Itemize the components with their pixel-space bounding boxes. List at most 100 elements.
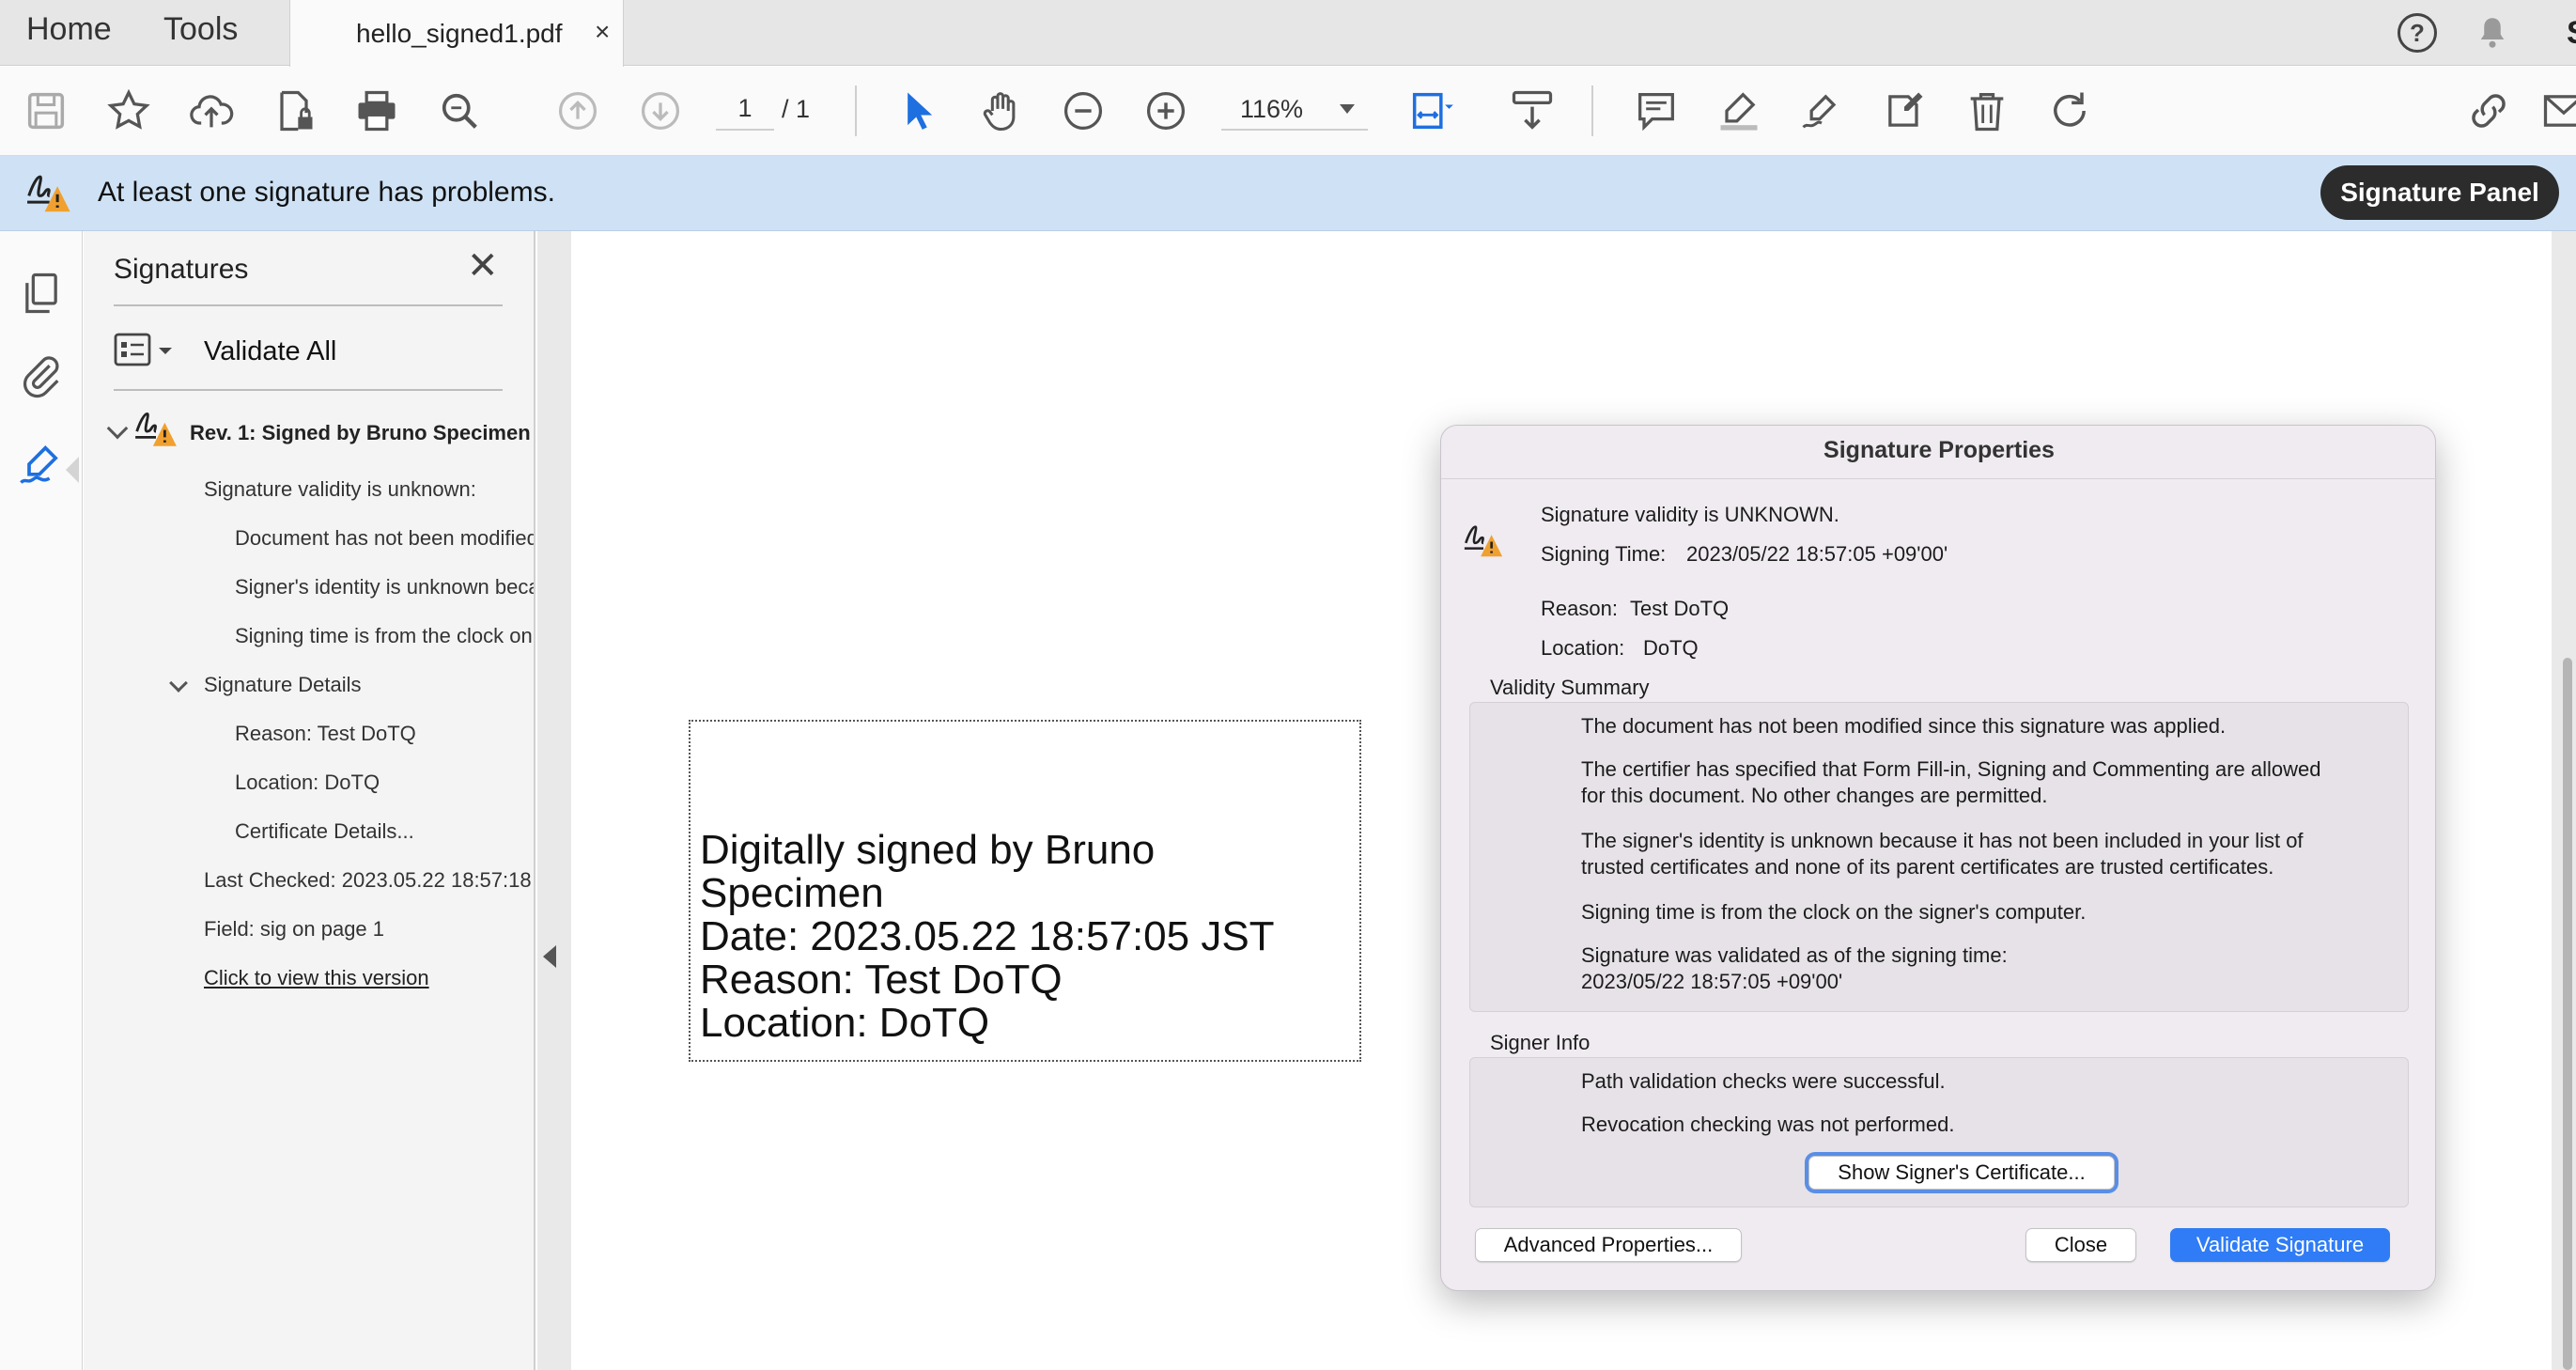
- signature-pen-icon[interactable]: [17, 440, 66, 489]
- user-avatar[interactable]: S: [2567, 15, 2576, 52]
- select-arrow-icon[interactable]: [891, 84, 945, 138]
- tree-item[interactable]: Field: sig on page 1: [204, 917, 384, 942]
- validate-all-label: Validate All: [204, 336, 337, 366]
- sign-icon[interactable]: [1794, 84, 1849, 138]
- signer-info-box: Path validation checks were successful. …: [1469, 1057, 2409, 1207]
- close-panel-icon[interactable]: ✕: [467, 244, 499, 288]
- signing-time-value: 2023/05/22 18:57:05 +09'00': [1686, 542, 1948, 566]
- location-value: DoTQ: [1643, 636, 1699, 660]
- save-icon[interactable]: [19, 84, 73, 138]
- summary-text: for this document. No other changes are …: [1581, 784, 2048, 807]
- home-tab[interactable]: Home: [26, 11, 112, 48]
- validate-all-button[interactable]: Validate All: [114, 325, 396, 378]
- tree-item[interactable]: Signing time is from the clock on the si…: [235, 624, 534, 648]
- zoom-in-icon[interactable]: [1139, 84, 1193, 138]
- page-down-icon[interactable]: [633, 84, 688, 138]
- attachment-icon[interactable]: [17, 351, 66, 400]
- page-total: / 1: [782, 95, 811, 123]
- signature-text-line: Date: 2023.05.22 18:57:05 JST: [700, 913, 1275, 959]
- options-menu-icon[interactable]: [114, 331, 178, 372]
- summary-text: Signature was validated as of the signin…: [1581, 943, 2008, 967]
- divider: [114, 304, 503, 306]
- delete-icon[interactable]: [1960, 84, 2014, 138]
- document-lock-icon[interactable]: [267, 84, 321, 138]
- close-tab-icon[interactable]: ×: [595, 17, 610, 47]
- advanced-properties-button[interactable]: Advanced Properties...: [1475, 1228, 1742, 1262]
- toolbar-divider: [855, 86, 857, 136]
- validity-summary-box: The document has not been modified since…: [1469, 702, 2409, 1012]
- tree-item[interactable]: Document has not been modified since thi…: [235, 526, 534, 551]
- reason-value: Test DoTQ: [1630, 597, 1730, 620]
- divider: [114, 389, 503, 391]
- chevron-down-icon[interactable]: [1340, 104, 1355, 114]
- signature-panel-button[interactable]: Signature Panel: [2320, 165, 2559, 220]
- location-label: Location:: [1541, 636, 1625, 660]
- signing-time-label: Signing Time:: [1541, 542, 1667, 566]
- zoom-out-icon[interactable]: [1056, 84, 1110, 138]
- show-certificate-button[interactable]: Show Signer's Certificate...: [1808, 1156, 2115, 1190]
- fill-sign-icon[interactable]: [1877, 84, 1932, 138]
- reason-label: Reason:: [1541, 597, 1618, 620]
- print-icon[interactable]: [349, 84, 404, 138]
- highlight-icon[interactable]: [1712, 84, 1766, 138]
- top-tab-bar: Home Tools hello_signed1.pdf × ? S: [0, 0, 2576, 67]
- tools-tab[interactable]: Tools: [163, 11, 238, 48]
- signature-warning-icon: [23, 167, 73, 218]
- summary-text: The document has not been modified since…: [1581, 714, 2227, 738]
- toolbar-divider: [1591, 86, 1593, 136]
- signature-revision[interactable]: Rev. 1: Signed by Bruno Specimen: [190, 421, 531, 445]
- signer-info-text: Path validation checks were successful.: [1581, 1069, 1946, 1093]
- document-tab[interactable]: hello_signed1.pdf ×: [289, 0, 624, 67]
- zoom-search-icon[interactable]: [432, 84, 487, 138]
- collapse-panel-icon[interactable]: [543, 945, 556, 968]
- page-number-input[interactable]: [716, 87, 774, 131]
- signatures-panel: Signatures ✕ Validate All Rev. 1: Signed…: [84, 231, 535, 1370]
- active-panel-indicator: [66, 457, 79, 483]
- signature-text-line: Specimen: [700, 870, 884, 916]
- document-tab-title: hello_signed1.pdf: [356, 19, 563, 48]
- signature-notice-bar: At least one signature has problems. Sig…: [0, 156, 2576, 231]
- tree-item[interactable]: Last Checked: 2023.05.22 18:57:18 +09'00…: [204, 868, 534, 893]
- validate-signature-button[interactable]: Validate Signature: [2170, 1228, 2390, 1262]
- star-icon[interactable]: [101, 84, 156, 138]
- summary-text: 2023/05/22 18:57:05 +09'00': [1581, 970, 1843, 993]
- comment-icon[interactable]: [1629, 84, 1684, 138]
- chevron-down-icon[interactable]: [169, 674, 188, 693]
- main-toolbar: / 1 116%: [0, 67, 2576, 156]
- rotate-icon[interactable]: [2042, 84, 2097, 138]
- dialog-title: Signature Properties: [1823, 437, 2055, 463]
- signature-text-line: Location: DoTQ: [700, 1000, 990, 1046]
- summary-text: Signing time is from the clock on the si…: [1581, 900, 2087, 924]
- signature-text-line: Digitally signed by Bruno: [700, 827, 1156, 873]
- bell-icon[interactable]: [2473, 13, 2512, 53]
- view-version-link[interactable]: Click to view this version: [204, 966, 429, 990]
- left-navigation-rail: [0, 231, 83, 1370]
- signature-field[interactable]: Digitally signed by Bruno Specimen Date:…: [689, 720, 1361, 1062]
- tree-item[interactable]: Reason: Test DoTQ: [235, 722, 416, 746]
- divider: [1441, 478, 2437, 479]
- close-button[interactable]: Close: [2025, 1228, 2136, 1262]
- scroll-mode-icon[interactable]: [1505, 84, 1560, 138]
- tree-item-signature-details[interactable]: Signature Details: [204, 673, 362, 697]
- notice-message: At least one signature has problems.: [98, 177, 555, 208]
- help-icon[interactable]: ?: [2398, 13, 2437, 53]
- summary-text: trusted certificates and none of its par…: [1581, 855, 2274, 879]
- summary-text: The signer's identity is unknown because…: [1581, 829, 2304, 852]
- vertical-scrollbar[interactable]: [2563, 658, 2572, 1370]
- cloud-upload-icon[interactable]: [184, 84, 239, 138]
- tree-item[interactable]: Signature validity is unknown:: [204, 477, 476, 502]
- signer-info-text: Revocation checking was not performed.: [1581, 1113, 1955, 1136]
- hand-icon[interactable]: [973, 84, 1028, 138]
- pages-icon[interactable]: [17, 269, 66, 318]
- tree-item[interactable]: Certificate Details...: [235, 819, 414, 844]
- tree-item[interactable]: Location: DoTQ: [235, 771, 380, 795]
- chevron-down-icon[interactable]: [106, 417, 129, 440]
- email-icon[interactable]: [2537, 84, 2576, 138]
- share-link-icon[interactable]: [2461, 84, 2516, 138]
- page-up-icon[interactable]: [551, 84, 605, 138]
- validity-summary-heading: Validity Summary: [1490, 676, 1650, 699]
- tree-item[interactable]: Signer's identity is unknown because it …: [235, 575, 534, 599]
- signer-info-heading: Signer Info: [1490, 1031, 1591, 1054]
- panel-title: Signatures: [114, 254, 249, 285]
- fit-page-icon[interactable]: [1404, 84, 1458, 138]
